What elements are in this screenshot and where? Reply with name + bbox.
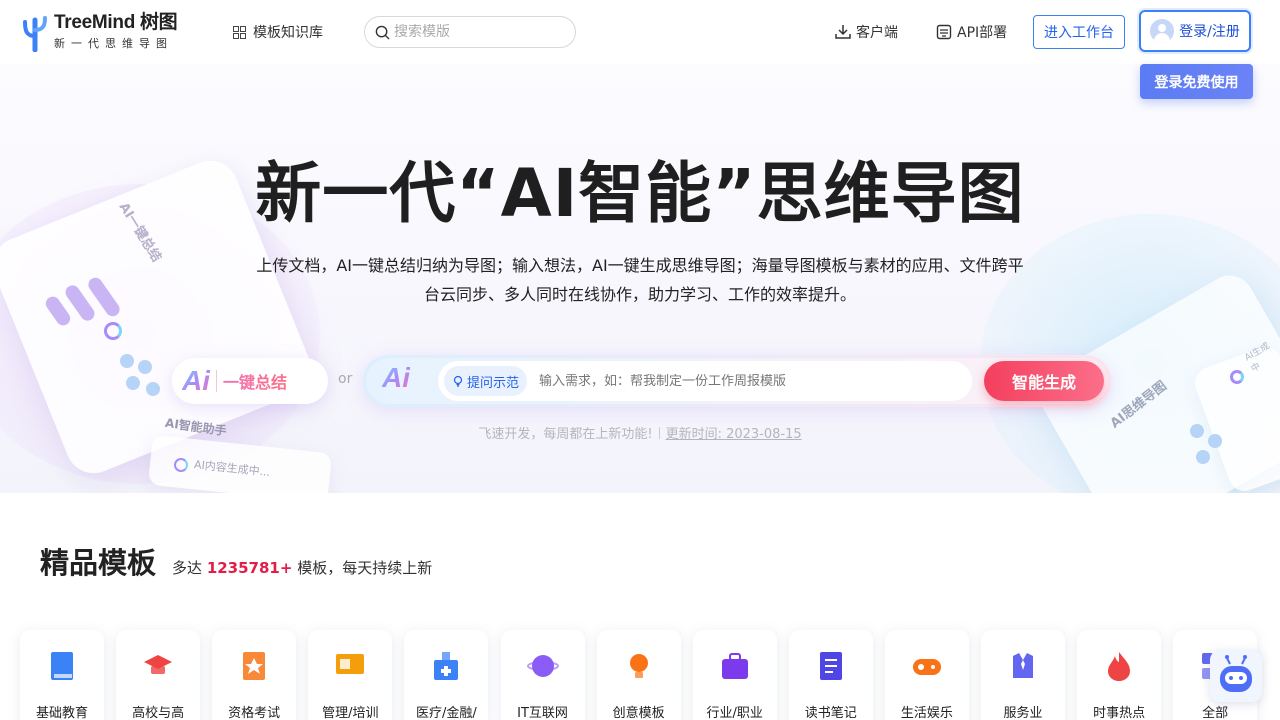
category-label: 服务业 [1003, 706, 1043, 720]
category-label: 生活娱乐 [900, 706, 953, 720]
briefcase-icon [719, 650, 751, 684]
template-library-label: 模板知识库 [253, 25, 323, 41]
grid-icon [233, 25, 246, 39]
gamepad-icon [911, 650, 943, 684]
ai-summary-button[interactable]: Ai 一键总结 [172, 358, 328, 404]
category-card[interactable]: 读书笔记 [788, 630, 873, 720]
templates-sub-prefix: 多达 [172, 559, 203, 577]
ai-prompt-input[interactable] [539, 373, 940, 389]
category-label: 基础教育 [35, 706, 88, 720]
tree-logo-icon [23, 16, 47, 52]
category-card[interactable]: 基础教育 [20, 630, 104, 720]
category-label: 读书笔记 [804, 706, 857, 720]
hero-title: 新一代“AI智能”思维导图 [255, 155, 1025, 232]
workspace-button[interactable]: 进入工作台 [1033, 15, 1125, 49]
category-card[interactable]: 管理/培训 [308, 630, 393, 720]
top-header: TreeMind 树图 新一代思维导图 模板知识库 客户端 API部 [0, 0, 1280, 64]
category-card[interactable]: 行业/职业 [692, 630, 777, 720]
loading-ring-icon [1230, 370, 1244, 384]
api-label: API部署 [957, 25, 1008, 41]
ai-generate-box: Ai 提问示范 智能生成 [363, 355, 1111, 407]
graduation-cap-icon [142, 650, 174, 684]
api-deploy-link[interactable]: API部署 [936, 22, 1007, 42]
smart-generate-button[interactable]: 智能生成 [984, 361, 1104, 401]
category-label: 资格考试 [228, 706, 281, 720]
category-label: 管理/培训 [322, 706, 379, 720]
book-icon [46, 650, 78, 684]
category-label: 全部 [1202, 706, 1229, 720]
category-card[interactable]: IT互联网 [500, 630, 585, 720]
client-download-link[interactable]: 客户端 [835, 22, 898, 42]
prompt-example-label: 提问示范 [467, 375, 520, 391]
avatar-icon [1150, 19, 1175, 43]
category-card[interactable]: 高校与高 [116, 630, 201, 720]
loading-ring-icon [104, 322, 122, 340]
hero-description: 上传文档，AI一键总结归纳为导图；输入想法，AI一键生成思维导图；海量导图模板与… [256, 256, 1024, 304]
category-label: 创意模板 [612, 706, 665, 720]
category-card[interactable]: 生活娱乐 [884, 630, 969, 720]
category-label: 医疗/金融/ [416, 706, 477, 720]
ai-assistant-robot-button[interactable] [1210, 650, 1262, 702]
category-card[interactable]: 创意模板 [596, 630, 681, 720]
download-icon [835, 25, 851, 39]
generate-field: 提问示范 [438, 361, 972, 401]
brand-tagline: 新一代思维导图 [54, 37, 173, 50]
templates-subtitle: 多达 1235781+ 模板，每天持续上新 [172, 557, 432, 578]
flame-icon [1103, 650, 1135, 684]
client-label: 客户端 [856, 25, 898, 41]
login-label: 登录/注册 [1179, 24, 1240, 40]
template-library-link[interactable]: 模板知识库 [233, 22, 323, 42]
templates-count: 1235781+ [206, 559, 293, 577]
search-input[interactable] [394, 24, 564, 40]
category-label: 行业/职业 [706, 706, 763, 720]
category-card[interactable]: 医疗/金融/ [404, 630, 489, 720]
hospital-icon [430, 650, 462, 684]
uniform-icon [1007, 650, 1039, 684]
search-icon [375, 25, 390, 40]
ai-logo-icon: Ai [182, 365, 210, 396]
category-label: IT互联网 [517, 706, 568, 720]
templates-header: 精品模板 多达 1235781+ 模板，每天持续上新 [40, 540, 432, 582]
bulb-icon [453, 375, 463, 387]
brand-name: TreeMind 树图 [54, 12, 178, 33]
or-separator: or [338, 371, 353, 387]
ai-summary-label: 一键总结 [223, 369, 287, 393]
update-info: 飞速开发，每周都在上新功能! 更新时间: 2023-08-15 [0, 423, 1280, 442]
update-note: 飞速开发，每周都在上新功能! [478, 427, 653, 442]
login-free-tooltip[interactable]: 登录免费使用 [1140, 64, 1253, 99]
category-list: 基础教育 高校与高 资格考试 管理/培训 医疗/金融/IT互联网 创意模板 行业/职业 读书笔… [20, 630, 1280, 720]
category-label: 高校与高 [132, 706, 185, 720]
hero-section: AI一键总结 AI智能助手 AI内容生成中... AI思维导图 AI生成中 新一… [0, 64, 1280, 493]
update-time-link[interactable]: 更新时间: 2023-08-15 [666, 427, 802, 442]
divider [658, 427, 660, 439]
planet-icon [526, 650, 559, 684]
category-card[interactable]: 服务业 [981, 630, 1065, 720]
prompt-example-button[interactable]: 提问示范 [444, 366, 528, 396]
login-button[interactable]: 登录/注册 [1139, 10, 1251, 52]
divider [216, 370, 217, 392]
templates-title: 精品模板 [40, 546, 157, 580]
api-icon [936, 24, 952, 40]
robot-icon [1220, 655, 1252, 692]
notebook-icon [815, 650, 847, 684]
category-card[interactable]: 时事热点 [1077, 630, 1162, 720]
loading-ring-icon [174, 458, 188, 472]
presentation-icon [334, 650, 366, 684]
certificate-icon [238, 650, 270, 684]
templates-sub-suffix: 模板，每天持续上新 [297, 559, 433, 577]
category-label: 时事热点 [1093, 706, 1146, 720]
category-card[interactable]: 资格考试 [212, 630, 297, 720]
brand-logo[interactable]: TreeMind 树图 新一代思维导图 [20, 12, 178, 52]
decor-dots [120, 354, 170, 404]
lightbulb-icon [623, 650, 655, 684]
search-box[interactable] [364, 16, 576, 48]
ai-logo-icon: Ai [382, 362, 410, 393]
